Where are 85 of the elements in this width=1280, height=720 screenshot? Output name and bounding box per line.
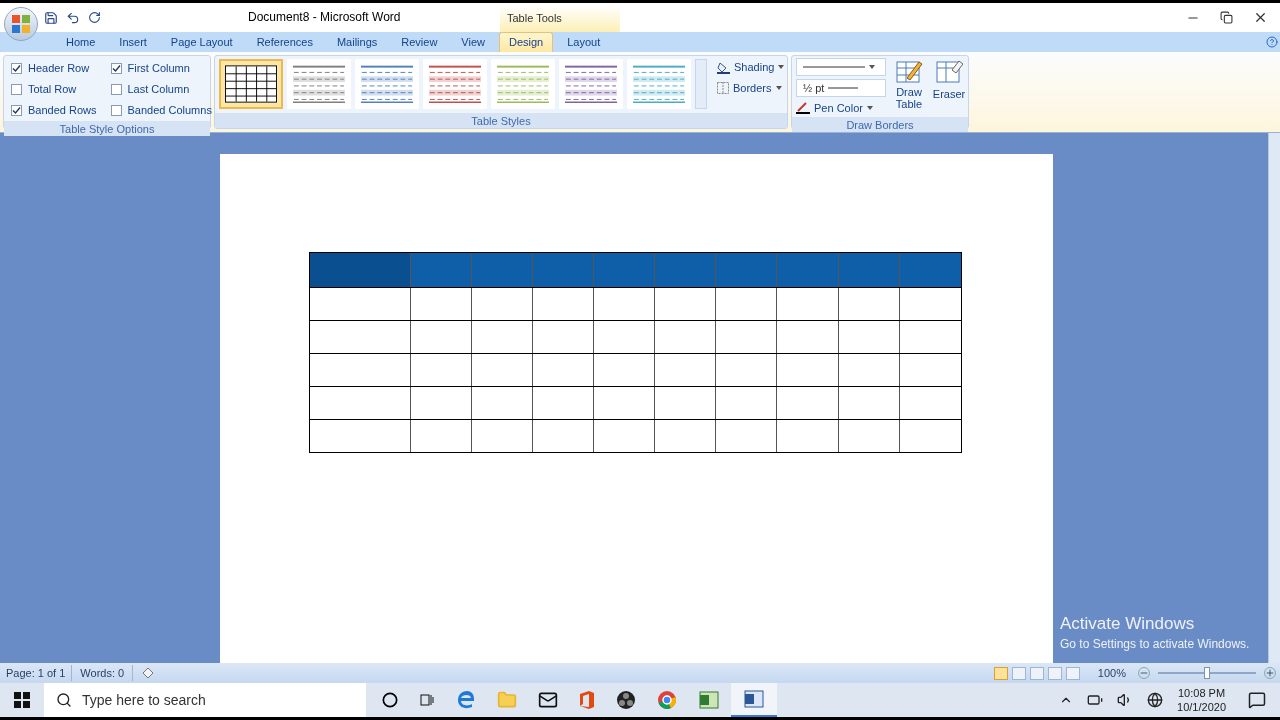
draw-table-button[interactable]: Draw Table — [892, 58, 926, 117]
checkbox[interactable] — [11, 105, 22, 116]
save-icon[interactable] — [44, 10, 58, 25]
help-icon[interactable] — [1266, 36, 1278, 48]
office-icon[interactable] — [579, 690, 595, 710]
activation-title: Activate Windows — [1060, 613, 1196, 635]
caret-icon — [775, 85, 782, 90]
checkbox[interactable] — [110, 63, 122, 74]
office-logo-icon — [11, 14, 31, 34]
network-icon[interactable] — [1147, 692, 1164, 708]
eraser-button[interactable]: Eraser — [932, 58, 966, 117]
option-label: Last Column — [127, 82, 190, 98]
option-label: Total Row — [28, 82, 77, 98]
ribbon-tab[interactable]: Page Layout — [158, 32, 245, 52]
ribbon-tab[interactable]: Design — [499, 32, 554, 52]
paint-bucket-icon — [717, 60, 730, 74]
battery-icon[interactable] — [1087, 692, 1104, 708]
browser-e-icon[interactable] — [456, 690, 476, 710]
task-view-icon[interactable] — [419, 692, 435, 708]
restore-icon[interactable] — [1220, 11, 1233, 24]
spreadsheet-app-icon[interactable] — [698, 690, 720, 710]
activation-subtitle: Go to Settings to activate Windows. — [1060, 636, 1250, 653]
group-label: Table Style Options — [4, 121, 210, 136]
close-icon[interactable] — [1253, 10, 1268, 25]
group-label: Table Styles — [215, 113, 787, 128]
page-count[interactable]: Page: 1 of 1 — [0, 664, 73, 682]
table-style-thumbnail[interactable] — [287, 59, 351, 109]
office-button[interactable] — [4, 7, 38, 41]
windows-start-icon[interactable] — [14, 692, 30, 708]
redo-icon[interactable] — [88, 11, 101, 24]
word-count[interactable]: Words: 0 — [72, 664, 134, 682]
caret-icon — [869, 65, 875, 69]
ribbon-tab[interactable]: References — [244, 32, 325, 52]
zoom-slider-thumb[interactable] — [1204, 667, 1210, 679]
line-sample-icon — [828, 87, 859, 89]
shading-button[interactable]: Shading — [717, 59, 785, 76]
proofing-icon[interactable] — [141, 667, 156, 679]
undo-icon[interactable] — [66, 10, 80, 25]
caret-icon — [866, 106, 873, 111]
scrollbar[interactable] — [1268, 133, 1280, 663]
recording-app-icon[interactable] — [616, 690, 636, 710]
pen-icon — [796, 102, 810, 115]
ribbon-tab[interactable]: View — [449, 32, 497, 52]
checkbox[interactable] — [110, 105, 122, 116]
pencil-table-icon — [895, 58, 923, 86]
checkbox[interactable] — [11, 84, 22, 95]
line-sample-icon — [803, 66, 865, 68]
clock[interactable]: 10:08 PM 10/1/2020 — [1177, 686, 1226, 714]
borders-icon — [717, 81, 729, 94]
line-style-dropdown[interactable] — [796, 58, 886, 76]
ribbon-tab[interactable]: Review — [389, 32, 450, 52]
notification-icon[interactable] — [1248, 691, 1266, 709]
borders-button[interactable]: Borders — [717, 79, 785, 96]
ribbon-tab[interactable]: Mailings — [324, 32, 390, 52]
window-title: Document8 - Microsoft Word — [248, 9, 401, 26]
document-app-icon — [743, 689, 765, 709]
taskbar-search-field[interactable]: Type here to search — [44, 683, 366, 717]
zoom-in-icon[interactable] — [1264, 667, 1276, 679]
table-style-thumbnail[interactable] — [491, 59, 555, 109]
caret-icon — [778, 65, 785, 70]
chrome-icon[interactable] — [657, 690, 677, 710]
word-taskbar-button[interactable] — [731, 683, 777, 717]
pen-color-button[interactable]: Pen Color — [796, 100, 886, 117]
cortana-icon[interactable] — [382, 692, 398, 708]
table-style-thumbnail[interactable] — [219, 59, 283, 109]
line-weight-dropdown[interactable]: ½ pt — [796, 79, 886, 97]
ribbon-tab[interactable]: Home — [54, 32, 108, 52]
group-label: Draw Borders — [792, 116, 968, 132]
option-label: First Column — [127, 61, 190, 77]
search-icon — [56, 692, 72, 708]
ribbon-tab[interactable]: Insert — [107, 32, 159, 52]
option-label: Banded Rows — [28, 103, 97, 119]
table-style-thumbnail[interactable] — [559, 59, 623, 109]
option-label: Banded Columns — [127, 103, 212, 119]
context-tab-group: Table Tools — [500, 5, 620, 32]
ribbon-tab[interactable]: Layout — [555, 32, 613, 52]
table-style-thumbnail[interactable] — [627, 59, 691, 109]
option-label: Header Row — [28, 61, 90, 77]
table-style-thumbnail[interactable] — [423, 59, 487, 109]
checkbox[interactable] — [110, 84, 122, 95]
eraser-table-icon — [935, 58, 963, 86]
table-style-thumbnail[interactable] — [355, 59, 419, 109]
mail-icon[interactable] — [538, 690, 558, 710]
checkbox[interactable] — [11, 63, 22, 74]
zoom-level[interactable]: 100% — [1097, 664, 1126, 682]
